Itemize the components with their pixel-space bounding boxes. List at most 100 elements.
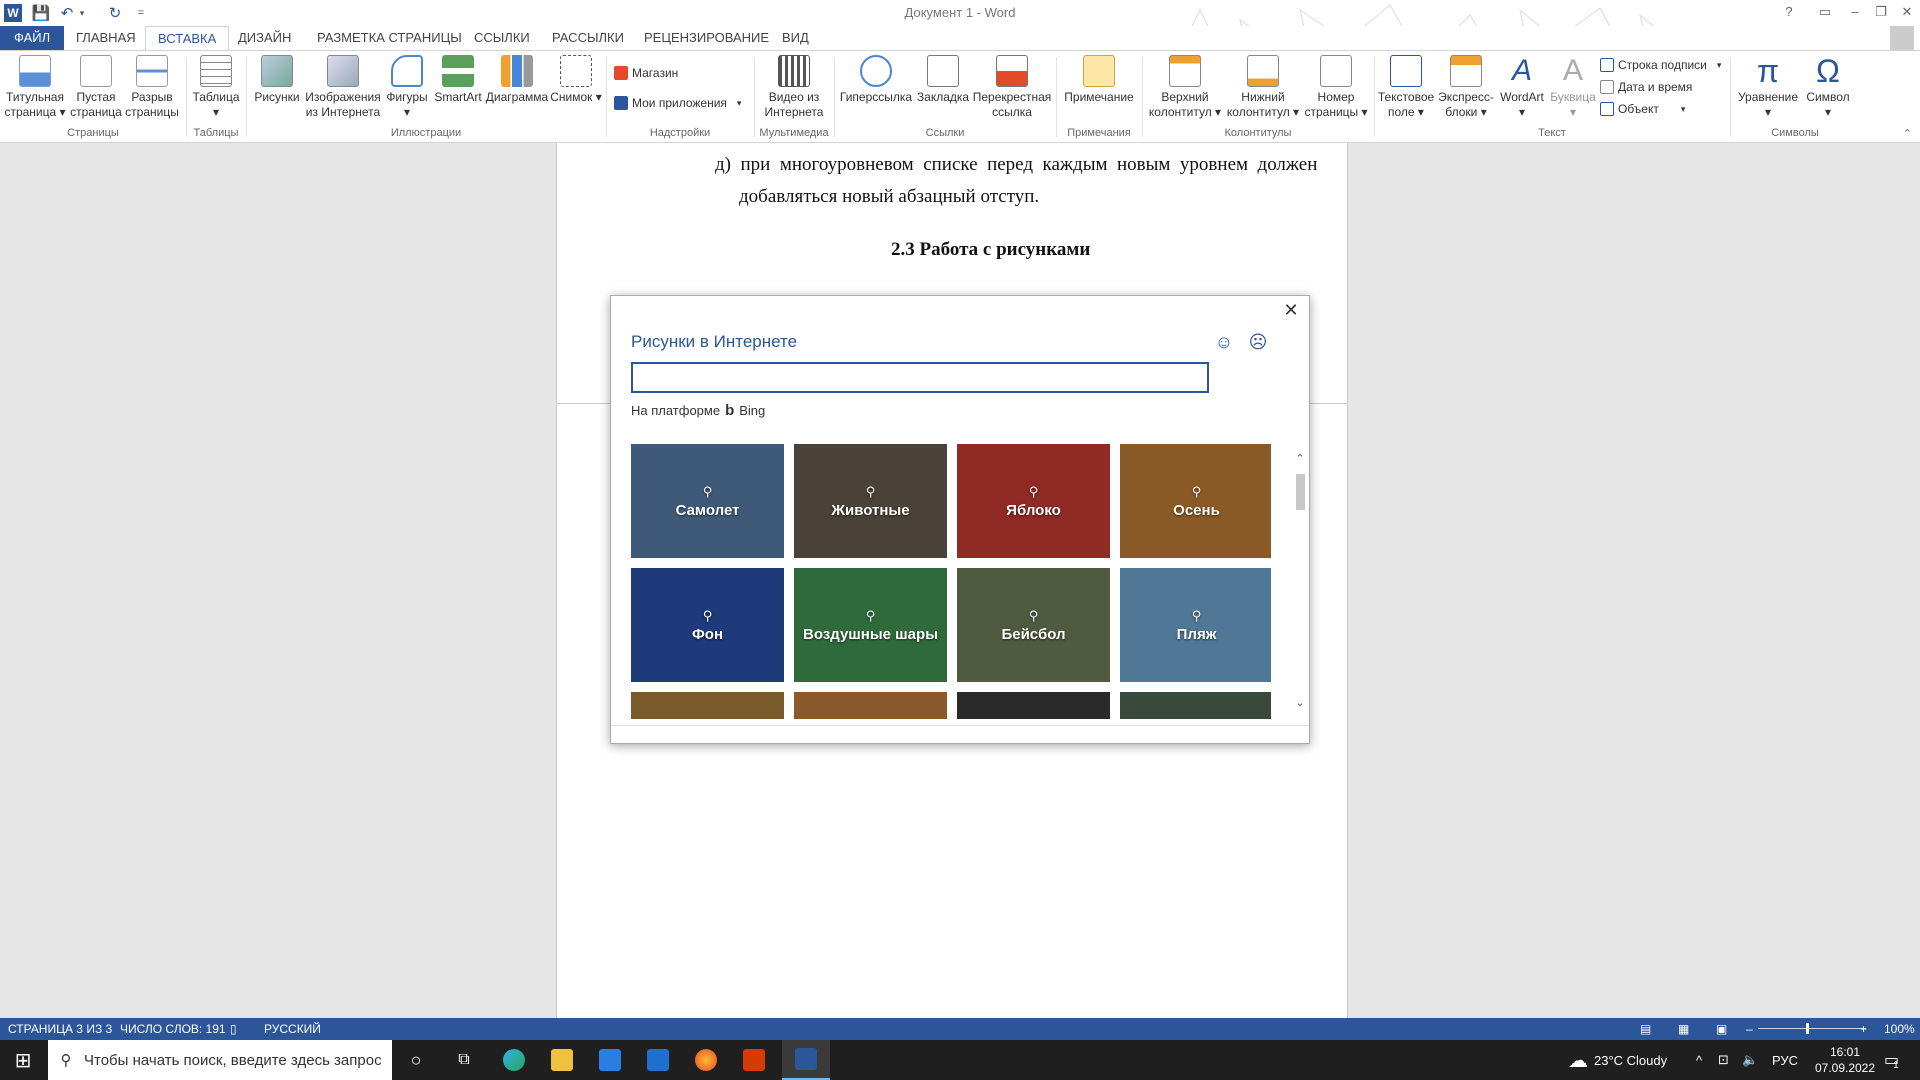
image-category-tile[interactable]: ⚲: [957, 692, 1110, 719]
wordart-button[interactable]: A WordArt ▾: [1496, 55, 1548, 120]
quick-parts-button[interactable]: Экспресс-блоки ▾: [1436, 55, 1496, 120]
tab-insert[interactable]: ВСТАВКА: [145, 26, 230, 51]
my-apps-dropdown-icon[interactable]: ▾: [737, 98, 742, 109]
zoom-in-button[interactable]: +: [1860, 1022, 1867, 1036]
document-heading[interactable]: 2.3 Работа с рисунками: [891, 239, 1090, 261]
image-category-tile[interactable]: ⚲: [631, 692, 784, 719]
tab-view[interactable]: ВИД: [770, 26, 821, 50]
cortana-icon[interactable]: ○: [398, 1040, 434, 1080]
office-icon[interactable]: [734, 1040, 774, 1080]
mail-icon[interactable]: [638, 1040, 678, 1080]
weather-widget[interactable]: ☁ 23°C Cloudy: [1568, 1040, 1667, 1080]
zoom-out-button[interactable]: –: [1746, 1022, 1753, 1036]
smile-feedback-icon[interactable]: ☺: [1213, 332, 1235, 353]
object-dropdown-icon[interactable]: ▾: [1681, 104, 1686, 115]
comment-button[interactable]: Примечание: [1060, 55, 1138, 105]
object-button[interactable]: Объект ▾: [1600, 99, 1685, 119]
document-paragraph-line[interactable]: д) при многоуровневом списке перед кажды…: [715, 154, 1317, 176]
start-button[interactable]: ⊞: [0, 1040, 46, 1080]
my-apps-button[interactable]: Мои приложения ▾: [614, 93, 741, 113]
tab-page-layout[interactable]: РАЗМЕТКА СТРАНИЦЫ: [305, 26, 474, 50]
image-category-tile[interactable]: ⚲ Самолет: [631, 444, 784, 558]
tab-home[interactable]: ГЛАВНАЯ: [64, 26, 148, 50]
web-layout-icon[interactable]: ▣: [1716, 1022, 1727, 1036]
page-number-button[interactable]: Номер страницы ▾: [1302, 55, 1370, 120]
bing-search-input[interactable]: [631, 362, 1209, 393]
image-category-tile[interactable]: ⚲: [794, 692, 947, 719]
task-view-icon[interactable]: ⧉: [446, 1040, 482, 1080]
signature-line-button[interactable]: Строка подписи ▾: [1600, 55, 1721, 75]
footer-button[interactable]: Нижний колонтитул ▾: [1224, 55, 1302, 120]
image-category-tile[interactable]: ⚲ Воздушные шары: [794, 568, 947, 682]
symbol-button[interactable]: Ω Символ ▾: [1802, 55, 1854, 120]
word-taskbar-icon[interactable]: [782, 1040, 830, 1080]
cover-page-button[interactable]: Титульная страница ▾: [4, 55, 66, 120]
notifications-icon[interactable]: ▭ 1: [1884, 1040, 1899, 1080]
ribbon-display-options-button[interactable]: ▭: [1812, 1, 1838, 23]
equation-button[interactable]: π Уравнение ▾: [1734, 55, 1802, 120]
scroll-thumb[interactable]: [1296, 474, 1305, 510]
scroll-down-icon[interactable]: ⌄: [1293, 696, 1307, 710]
tab-file[interactable]: ФАЙЛ: [0, 26, 65, 50]
signature-dropdown-icon[interactable]: ▾: [1717, 60, 1722, 71]
firefox-icon[interactable]: [686, 1040, 726, 1080]
screenshot-button[interactable]: Снимок ▾: [550, 55, 602, 105]
cross-reference-button[interactable]: Перекрестная ссылка: [972, 55, 1052, 120]
taskbar-search-box[interactable]: ⚲ Чтобы начать поиск, введите здесь запр…: [48, 1040, 392, 1080]
pictures-button[interactable]: Рисунки: [250, 55, 304, 105]
clock[interactable]: 16:01 07.09.2022: [1810, 1040, 1880, 1080]
zoom-slider-thumb[interactable]: [1806, 1023, 1809, 1034]
online-video-button[interactable]: Видео из Интернета: [758, 55, 830, 120]
hyperlink-button[interactable]: Гиперссылка: [838, 55, 914, 105]
image-category-tile[interactable]: ⚲ Осень: [1120, 444, 1271, 558]
chart-button[interactable]: Диаграмма: [484, 55, 550, 105]
minimize-button[interactable]: –: [1842, 1, 1868, 23]
collapse-ribbon-icon[interactable]: ⌃: [1903, 127, 1912, 140]
file-explorer-icon[interactable]: [542, 1040, 582, 1080]
frown-feedback-icon[interactable]: ☹: [1247, 332, 1269, 353]
edge-icon[interactable]: [494, 1040, 534, 1080]
microsoft-store-icon[interactable]: [590, 1040, 630, 1080]
image-category-tile[interactable]: ⚲ Бейсбол: [957, 568, 1110, 682]
image-category-tile[interactable]: ⚲ Фон: [631, 568, 784, 682]
tab-design[interactable]: ДИЗАЙН: [226, 26, 303, 50]
zoom-level[interactable]: 100%: [1884, 1022, 1915, 1036]
shapes-button[interactable]: Фигуры ▾: [382, 55, 432, 120]
tab-mailings[interactable]: РАССЫЛКИ: [540, 26, 636, 50]
date-time-button[interactable]: Дата и время: [1600, 77, 1692, 97]
help-button[interactable]: ?: [1776, 1, 1802, 23]
tray-overflow-icon[interactable]: ^: [1696, 1040, 1702, 1080]
network-icon[interactable]: ⊡: [1718, 1040, 1729, 1080]
online-pictures-button[interactable]: Изображения из Интернета: [304, 55, 382, 120]
language-status[interactable]: РУССКИЙ: [264, 1022, 321, 1036]
account-avatar[interactable]: [1890, 26, 1914, 50]
tab-references[interactable]: ССЫЛКИ: [462, 26, 542, 50]
read-mode-icon[interactable]: ▤: [1640, 1022, 1651, 1036]
image-category-tile[interactable]: ⚲ Пляж: [1120, 568, 1271, 682]
header-button[interactable]: Верхний колонтитул ▾: [1146, 55, 1224, 120]
text-box-button[interactable]: Текстовое поле ▾: [1376, 55, 1436, 120]
blank-page-button[interactable]: Пустая страница: [70, 55, 122, 120]
bookmark-button[interactable]: Закладка: [914, 55, 972, 105]
volume-icon[interactable]: 🔈: [1742, 1040, 1758, 1080]
document-paragraph-line[interactable]: добавляться новый абзацный отступ.: [739, 186, 1039, 208]
input-language[interactable]: РУС: [1772, 1040, 1798, 1080]
image-category-tile[interactable]: ⚲ Яблоко: [957, 444, 1110, 558]
word-count-status[interactable]: ЧИСЛО СЛОВ: 191: [120, 1022, 226, 1036]
tab-review[interactable]: РЕЦЕНЗИРОВАНИЕ: [632, 26, 781, 50]
dialog-close-button[interactable]: ✕: [1281, 300, 1301, 320]
image-category-tile[interactable]: ⚲: [1120, 692, 1271, 719]
dialog-scrollbar[interactable]: ⌃ ⌄: [1293, 444, 1307, 719]
image-category-tile[interactable]: ⚲ Животные: [794, 444, 947, 558]
zoom-slider[interactable]: [1758, 1028, 1866, 1029]
store-button[interactable]: Магазин: [614, 63, 678, 83]
smartart-button[interactable]: SmartArt: [432, 55, 484, 105]
proofing-icon[interactable]: ▯: [230, 1022, 237, 1036]
table-button[interactable]: Таблица ▾: [188, 55, 244, 120]
drop-cap-button[interactable]: A Буквица ▾: [1548, 55, 1598, 120]
scroll-up-icon[interactable]: ⌃: [1293, 452, 1307, 466]
maximize-button[interactable]: ❐: [1868, 1, 1894, 23]
page-count-status[interactable]: СТРАНИЦА 3 ИЗ 3: [8, 1022, 112, 1036]
page-break-button[interactable]: Разрыв страницы: [124, 55, 180, 120]
print-layout-icon[interactable]: ▦: [1678, 1022, 1689, 1036]
